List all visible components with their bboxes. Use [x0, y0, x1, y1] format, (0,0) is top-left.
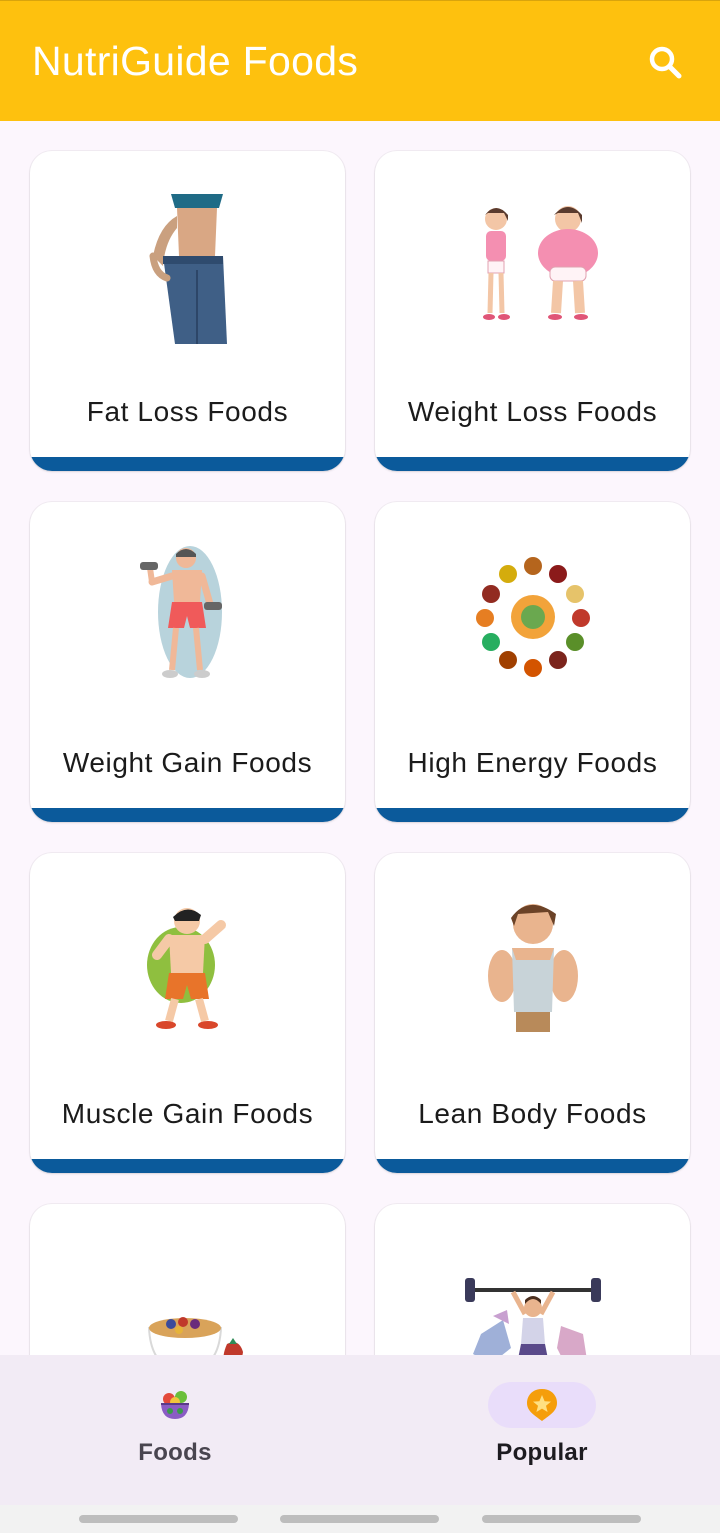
bottom-navigation: Foods Popular: [0, 1355, 720, 1505]
nav-label-foods: Foods: [138, 1439, 212, 1466]
card-label: Weight Gain Foods: [62, 747, 313, 778]
card-label: Muscle Gain Foods: [61, 1098, 314, 1129]
nav-active-indicator: [488, 1382, 596, 1428]
system-back-handle[interactable]: [482, 1515, 641, 1523]
salad-bowl-icon: [161, 1391, 189, 1419]
app-title: NutriGuide Foods: [32, 38, 359, 84]
card-label: High Energy Foods: [407, 747, 658, 778]
card-fat-loss-foods[interactable]: Fat Loss Foods: [30, 151, 345, 471]
nav-icon-container: [121, 1382, 229, 1428]
card-label: Fat Loss Foods: [86, 396, 289, 427]
category-grid: Fat Loss Foods Weight Loss Foods Weight …: [0, 121, 720, 1355]
search-icon: [649, 46, 682, 79]
card-high-energy-foods[interactable]: High Energy Foods: [375, 502, 690, 822]
card-accent-bar: [375, 808, 690, 822]
card-accent-bar: [375, 1159, 690, 1173]
high-energy-image: [375, 522, 690, 712]
barbell-woman-image: [375, 1244, 690, 1355]
card-strength-foods[interactable]: [375, 1204, 690, 1355]
card-muscle-gain-foods[interactable]: Muscle Gain Foods: [30, 853, 345, 1173]
nav-item-foods[interactable]: Foods: [0, 1355, 355, 1505]
card-lean-body-foods[interactable]: Lean Body Foods: [375, 853, 690, 1173]
weight-loss-image: [375, 171, 690, 361]
star-badge-icon: [527, 1389, 557, 1421]
nav-label-popular: Popular: [496, 1439, 588, 1466]
card-label: Lean Body Foods: [418, 1098, 647, 1129]
card-accent-bar: [30, 457, 345, 471]
lean-body-image: [375, 873, 690, 1063]
card-weight-loss-foods[interactable]: Weight Loss Foods: [375, 151, 690, 471]
card-weight-gain-foods[interactable]: Weight Gain Foods: [30, 502, 345, 822]
system-navigation-bar: [0, 1505, 720, 1533]
card-granola-foods[interactable]: [30, 1204, 345, 1355]
search-button[interactable]: [642, 39, 690, 87]
card-accent-bar: [30, 808, 345, 822]
muscle-gain-image: [30, 873, 345, 1063]
app-screen: NutriGuide Foods Fat Loss Foods Weight L…: [0, 0, 720, 1533]
granola-bowl-image: [30, 1264, 345, 1355]
card-label: Weight Loss Foods: [407, 396, 658, 427]
card-accent-bar: [375, 457, 690, 471]
fat-loss-image: [30, 171, 345, 361]
top-app-bar: NutriGuide Foods: [0, 0, 720, 121]
system-home-handle[interactable]: [280, 1515, 439, 1523]
nav-item-popular[interactable]: Popular: [362, 1355, 720, 1505]
system-recents-handle[interactable]: [79, 1515, 238, 1523]
weight-gain-image: [30, 522, 345, 712]
card-accent-bar: [30, 1159, 345, 1173]
